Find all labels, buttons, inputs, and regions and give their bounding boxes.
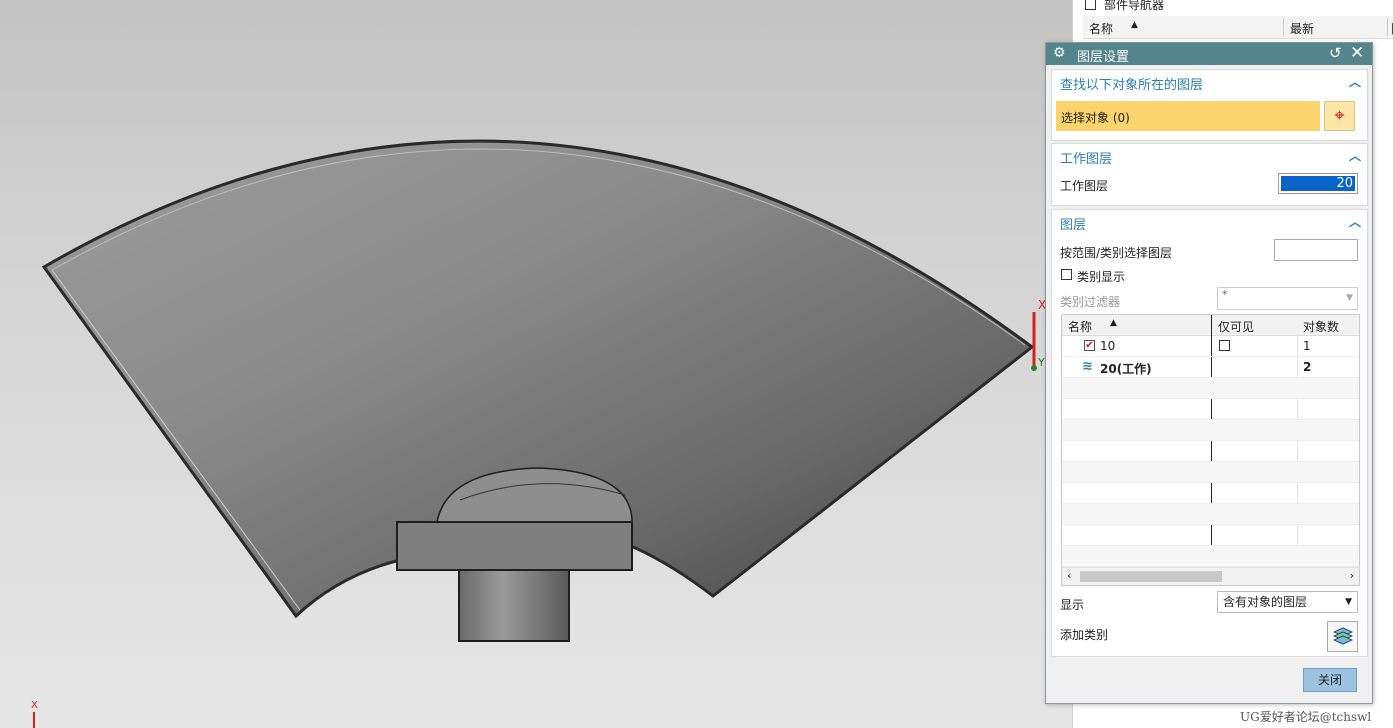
navigator-checkbox[interactable] (1085, 0, 1096, 10)
add-category-label: 添加类别 (1060, 628, 1109, 642)
sort-asc-icon: ▲ (1110, 318, 1117, 328)
horizontal-scrollbar[interactable]: ‹ › (1062, 567, 1359, 585)
work-layer-label: 工作图层 (1060, 179, 1109, 193)
scroll-thumb[interactable] (1080, 571, 1222, 582)
show-dropdown[interactable]: 含有对象的图层 ▼ (1217, 591, 1358, 613)
navigator-title-row: 部件导航器 (1085, 0, 1164, 12)
layer-row[interactable]: ✔ 10 1 (1062, 336, 1359, 357)
layer-object-count: 1 (1303, 339, 1311, 353)
category-display-checkbox[interactable] (1061, 269, 1072, 280)
work-layer-group: 工作图层 ︿ 工作图层 20 (1051, 143, 1368, 206)
collapse-chevron-icon[interactable]: ︿ (1349, 147, 1361, 164)
watermark: UG爱好者论坛@tchswl (1240, 710, 1372, 724)
layers-stack-icon: ≋ (1082, 359, 1093, 374)
close-icon[interactable]: ✕ (1350, 43, 1364, 63)
navigator-header: 名称 ▲ 最新 附 (1083, 16, 1393, 39)
dialog-title: 图层设置 (1077, 50, 1130, 65)
show-value: 含有对象的图层 (1223, 595, 1308, 609)
work-layer-value: 20 (1281, 176, 1355, 191)
dropdown-arrow-icon: ▼ (1345, 597, 1352, 607)
select-object-label: 选择对象 (0) (1061, 111, 1130, 125)
collapse-chevron-icon[interactable]: ︿ (1349, 73, 1361, 90)
col-visible-only[interactable]: 仅可见 (1218, 318, 1254, 335)
category-filter-label: 类别过滤器 (1060, 295, 1121, 309)
navigator-col-latest[interactable]: 最新 (1290, 20, 1314, 37)
collapse-chevron-icon[interactable]: ︿ (1349, 213, 1361, 230)
col-object-count[interactable]: 对象数 (1303, 318, 1339, 335)
close-button[interactable]: 关闭 (1303, 668, 1357, 692)
range-category-input[interactable] (1274, 239, 1358, 261)
layers-icon (1333, 627, 1353, 645)
category-filter-combo[interactable]: * ▼ (1217, 287, 1358, 310)
axis-y-label: Y (1038, 356, 1045, 369)
col-name[interactable]: 名称 (1068, 318, 1092, 335)
layer-name: 10 (1100, 339, 1116, 353)
layer-name: 20(工作) (1100, 362, 1152, 376)
dropdown-arrow-icon: ▼ (1346, 293, 1353, 303)
layer-group: 图层 ︿ 按范围/类别选择图层 类别显示 类别过滤器 * ▼ 名称 ▲ 仅可见 … (1051, 209, 1368, 657)
range-category-label: 按范围/类别选择图层 (1060, 246, 1173, 260)
reset-icon[interactable]: ↺ (1329, 44, 1342, 62)
show-label: 显示 (1060, 598, 1085, 612)
work-section-title: 工作图层 (1060, 152, 1113, 167)
corner-axis-x-label: X (31, 700, 38, 711)
work-layer-input[interactable]: 20 (1278, 173, 1358, 194)
scroll-right-icon[interactable]: › (1350, 569, 1354, 582)
navigator-title: 部件导航器 (1104, 0, 1165, 12)
category-filter-value: * (1222, 288, 1228, 301)
layer-section-title: 图层 (1060, 218, 1087, 233)
layer-row[interactable]: ≋ 20(工作) 2 (1062, 357, 1359, 378)
category-display-label: 类别显示 (1077, 270, 1126, 284)
layer-visible-checkbox[interactable]: ✔ (1084, 340, 1095, 351)
add-category-button[interactable] (1327, 621, 1358, 652)
gear-icon: ⚙ (1053, 45, 1066, 61)
layer-object-count: 2 (1303, 360, 1312, 374)
layer-table: 名称 ▲ 仅可见 对象数 ✔ 10 1 ≋ 20(工作) 2 ‹ › (1061, 314, 1360, 586)
crosshair-select-icon[interactable]: ⌖ (1324, 101, 1355, 131)
find-layer-group: 查找以下对象所在的图层 ︿ 选择对象 (0) ⌖ (1051, 69, 1368, 141)
find-section-title: 查找以下对象所在的图层 (1060, 78, 1204, 93)
layer-rows: ✔ 10 1 ≋ 20(工作) 2 (1062, 336, 1359, 567)
visible-only-checkbox[interactable] (1219, 340, 1230, 351)
select-object-row[interactable]: 选择对象 (0) (1056, 101, 1320, 131)
navigator-col-name[interactable]: 名称 (1089, 20, 1113, 37)
dialog-titlebar[interactable]: ⚙ 图层设置 ↺ ✕ (1046, 43, 1372, 65)
scroll-left-icon[interactable]: ‹ (1067, 569, 1071, 582)
layer-settings-dialog: ⚙ 图层设置 ↺ ✕ 查找以下对象所在的图层 ︿ 选择对象 (0) ⌖ 工作图层… (1045, 42, 1373, 704)
sort-asc-icon: ▲ (1131, 20, 1138, 30)
